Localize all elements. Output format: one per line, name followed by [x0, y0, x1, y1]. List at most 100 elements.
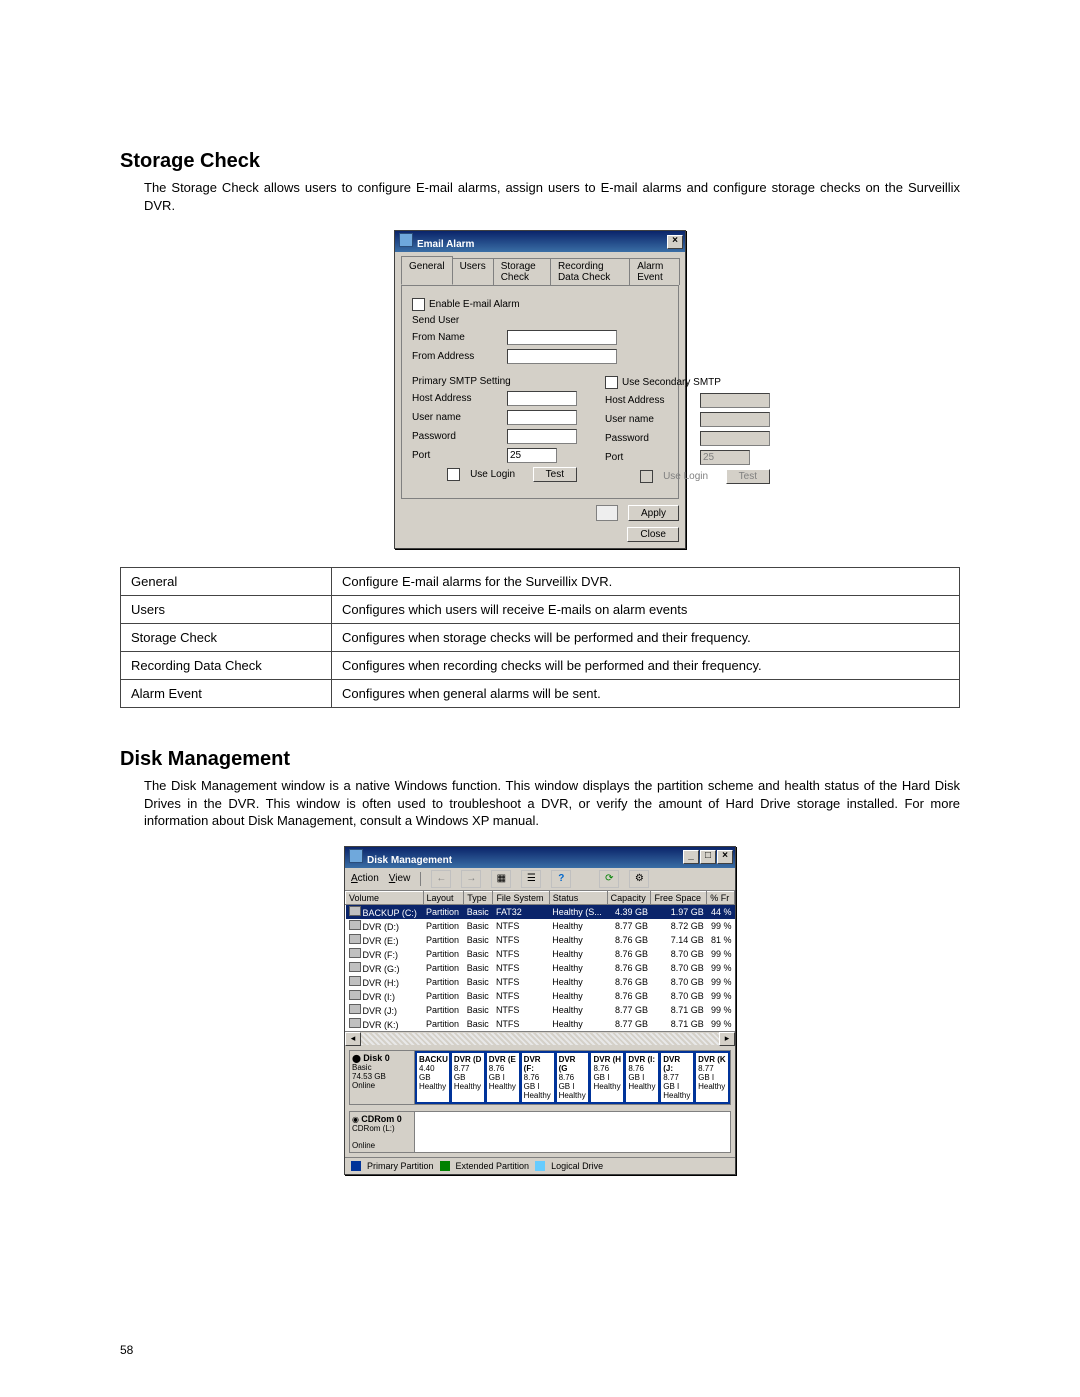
- storage-check-intro: The Storage Check allows users to config…: [144, 179, 960, 214]
- partition[interactable]: DVR (G8.76 GB IHealthy: [555, 1051, 590, 1104]
- column-header[interactable]: Capacity: [607, 891, 651, 904]
- primary-pass-label: Password: [412, 431, 507, 442]
- use-secondary-label: Use Secondary SMTP: [622, 377, 721, 388]
- definition-row: Storage CheckConfigures when storage che…: [121, 624, 960, 652]
- definition-term: General: [121, 568, 332, 596]
- app-icon: [399, 233, 413, 247]
- menu-action[interactable]: Action: [351, 873, 379, 884]
- enable-email-checkbox[interactable]: [412, 298, 425, 311]
- volume-row[interactable]: DVR (E:)PartitionBasicNTFSHealthy8.76 GB…: [346, 933, 735, 947]
- from-name-input[interactable]: [507, 330, 617, 345]
- drive-icon: [349, 990, 361, 1000]
- use-secondary-checkbox[interactable]: [605, 376, 618, 389]
- tab-alarm-event[interactable]: Alarm Event: [629, 258, 680, 285]
- definition-row: Alarm EventConfigures when general alarm…: [121, 680, 960, 708]
- primary-user-input[interactable]: [507, 410, 577, 425]
- column-header[interactable]: Layout: [423, 891, 464, 904]
- primary-use-login-checkbox[interactable]: [447, 468, 460, 481]
- minimize-icon[interactable]: _: [683, 850, 699, 864]
- cdrom-row[interactable]: ◉ CDRom 0 CDRom (L:) Online: [349, 1111, 731, 1153]
- list-icon[interactable]: ☰: [521, 870, 541, 888]
- scroll-right-icon[interactable]: ▸: [719, 1032, 735, 1046]
- keyboard-icon[interactable]: [596, 505, 618, 521]
- close-button[interactable]: Close: [627, 527, 679, 542]
- partition[interactable]: DVR (E8.76 GB IHealthy: [485, 1051, 520, 1104]
- primary-user-label: User name: [412, 412, 507, 423]
- secondary-test-button: Test: [726, 469, 770, 484]
- apply-button[interactable]: Apply: [628, 505, 679, 521]
- dm-titlebar[interactable]: Disk Management _ □ ×: [345, 847, 735, 868]
- drive-icon: [349, 934, 361, 944]
- definition-row: Recording Data CheckConfigures when reco…: [121, 652, 960, 680]
- volume-row[interactable]: DVR (I:)PartitionBasicNTFSHealthy8.76 GB…: [346, 989, 735, 1003]
- tab-users[interactable]: Users: [452, 258, 494, 285]
- secondary-host-label: Host Address: [605, 395, 700, 406]
- tab-storage-check[interactable]: Storage Check: [493, 258, 551, 285]
- secondary-use-login-checkbox: [640, 470, 653, 483]
- primary-port-input[interactable]: 25: [507, 448, 557, 463]
- partition[interactable]: DVR (D8.77 GBHealthy: [450, 1051, 485, 1104]
- legend: Primary Partition Extended Partition Log…: [345, 1157, 735, 1174]
- disk-pane: ⬤ Disk 0 Basic 74.53 GB Online BACKU4.40…: [345, 1046, 735, 1157]
- send-user-label: Send User: [412, 315, 507, 326]
- grid-icon[interactable]: ▦: [491, 870, 511, 888]
- tab-recording-data-check[interactable]: Recording Data Check: [550, 258, 630, 285]
- column-header[interactable]: Free Space: [651, 891, 707, 904]
- properties-icon[interactable]: ⚙: [629, 870, 649, 888]
- disk-0-row[interactable]: ⬤ Disk 0 Basic 74.53 GB Online BACKU4.40…: [349, 1050, 731, 1105]
- partition[interactable]: DVR (F:8.76 GB IHealthy: [520, 1051, 555, 1104]
- tab-general[interactable]: General: [401, 256, 453, 285]
- secondary-port-input: 25: [700, 450, 750, 465]
- volume-row[interactable]: DVR (D:)PartitionBasicNTFSHealthy8.77 GB…: [346, 919, 735, 933]
- dm-app-icon: [349, 849, 363, 863]
- column-header[interactable]: File System: [493, 891, 549, 904]
- from-address-input[interactable]: [507, 349, 617, 364]
- dialog-titlebar[interactable]: Email Alarm ×: [395, 231, 685, 252]
- partition[interactable]: DVR (J:8.77 GB IHealthy: [659, 1051, 694, 1104]
- volume-row[interactable]: DVR (F:)PartitionBasicNTFSHealthy8.76 GB…: [346, 947, 735, 961]
- menu-view[interactable]: View: [389, 873, 411, 884]
- dialog-tabs: General Users Storage Check Recording Da…: [401, 258, 679, 285]
- dm-close-icon[interactable]: ×: [717, 850, 733, 864]
- drive-icon: [349, 1018, 361, 1028]
- primary-host-input[interactable]: [507, 391, 577, 406]
- partition[interactable]: DVR (K8.77 GB IHealthy: [694, 1051, 730, 1104]
- drive-icon: [349, 976, 361, 986]
- dialog-title: Email Alarm: [417, 239, 474, 250]
- volume-row[interactable]: DVR (H:)PartitionBasicNTFSHealthy8.76 GB…: [346, 975, 735, 989]
- secondary-port-label: Port: [605, 452, 700, 463]
- disk-0-header: ⬤ Disk 0 Basic 74.53 GB Online: [350, 1051, 415, 1104]
- scroll-left-icon[interactable]: ◂: [345, 1032, 361, 1046]
- column-header[interactable]: % Fr: [707, 891, 735, 904]
- definition-term: Alarm Event: [121, 680, 332, 708]
- horizontal-scrollbar[interactable]: ◂ ▸: [345, 1031, 735, 1046]
- drive-icon: [349, 920, 361, 930]
- volume-row[interactable]: DVR (K:)PartitionBasicNTFSHealthy8.77 GB…: [346, 1017, 735, 1031]
- partition[interactable]: BACKU4.40 GBHealthy: [415, 1051, 450, 1104]
- partition[interactable]: DVR (H8.76 GB IHealthy: [589, 1051, 624, 1104]
- primary-pass-input[interactable]: [507, 429, 577, 444]
- definition-desc: Configure E-mail alarms for the Surveill…: [332, 568, 960, 596]
- refresh-icon[interactable]: ⟳: [599, 870, 619, 888]
- maximize-icon[interactable]: □: [700, 850, 716, 864]
- definition-row: GeneralConfigure E-mail alarms for the S…: [121, 568, 960, 596]
- primary-swatch-icon: [351, 1161, 361, 1171]
- volume-row[interactable]: DVR (G:)PartitionBasicNTFSHealthy8.76 GB…: [346, 961, 735, 975]
- primary-host-label: Host Address: [412, 393, 507, 404]
- dialog-panel: Enable E-mail Alarm Send User From Name …: [401, 285, 679, 499]
- column-header[interactable]: Volume: [346, 891, 424, 904]
- drive-icon: [349, 1004, 361, 1014]
- partition[interactable]: DVR (I:8.76 GB IHealthy: [624, 1051, 659, 1104]
- column-header[interactable]: Status: [549, 891, 607, 904]
- volume-table[interactable]: VolumeLayoutTypeFile SystemStatusCapacit…: [345, 891, 735, 1031]
- scroll-track[interactable]: [361, 1033, 719, 1045]
- definition-term: Storage Check: [121, 624, 332, 652]
- volume-row[interactable]: BACKUP (C:)PartitionBasicFAT32Healthy (S…: [346, 904, 735, 919]
- primary-test-button[interactable]: Test: [533, 467, 577, 482]
- volume-row[interactable]: DVR (J:)PartitionBasicNTFSHealthy8.77 GB…: [346, 1003, 735, 1017]
- help-icon[interactable]: ?: [551, 870, 571, 888]
- column-header[interactable]: Type: [464, 891, 493, 904]
- secondary-pass-input: [700, 431, 770, 446]
- storage-check-heading: Storage Check: [120, 150, 960, 173]
- close-icon[interactable]: ×: [667, 235, 683, 249]
